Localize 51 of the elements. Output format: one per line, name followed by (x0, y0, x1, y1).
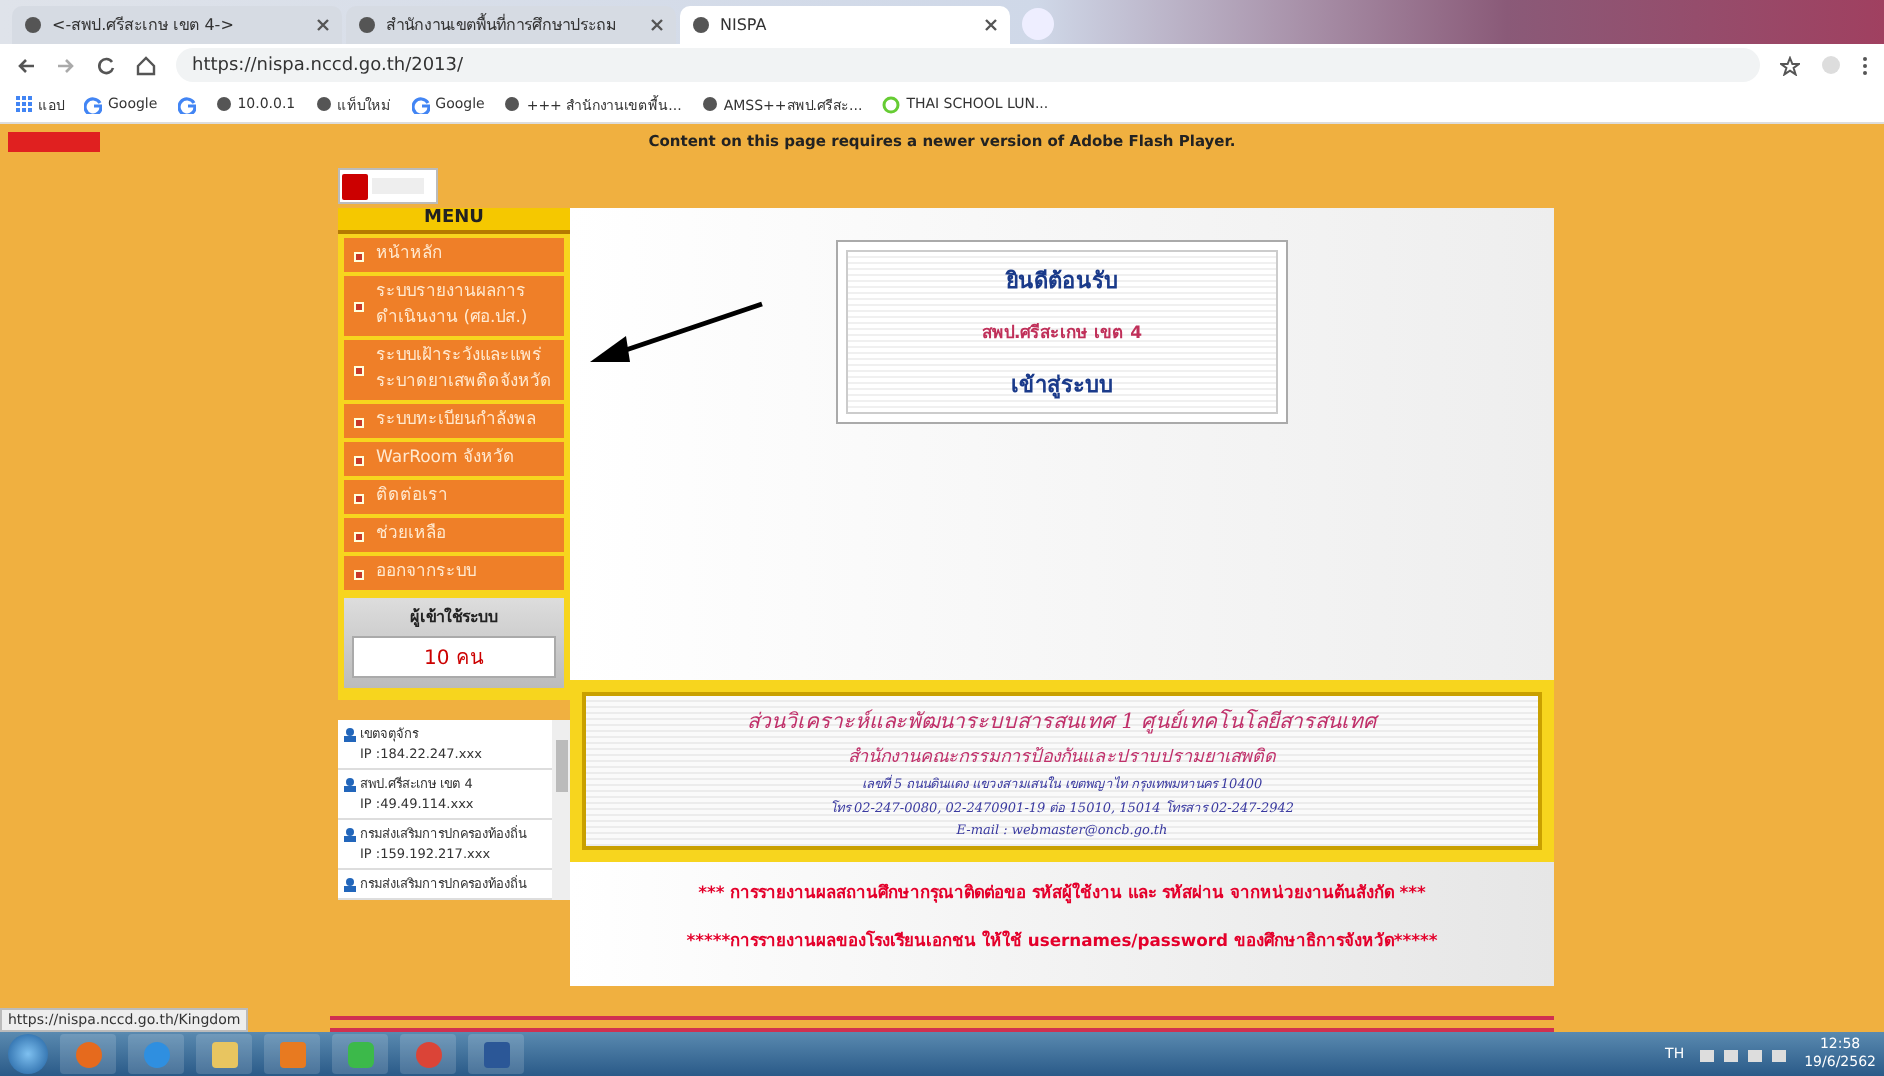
taskbar-app-icon[interactable] (196, 1034, 252, 1074)
browser-tab[interactable]: <-สพป.ศรีสะเกษ เขต 4-> (12, 6, 342, 44)
browser-tab[interactable]: NISPA (680, 6, 1010, 44)
globe-icon (701, 96, 718, 112)
taskbar-app-icon[interactable] (468, 1034, 524, 1074)
star-icon[interactable] (1780, 55, 1800, 75)
welcome-text: สพป.ศรีสะเกษ เขต 4 (981, 321, 1143, 346)
org-info-text: ส่วนวิเคราะห์และพัฒนาระบบสารสนเทศ 1 ศูนย์เทคโนโลยีสารสนเทศ (746, 707, 1378, 738)
org-info-text: สำนักงานคณะกรรมการป้องกันและปราบปรามยาเสพติด (848, 745, 1276, 770)
close-icon[interactable] (984, 18, 998, 32)
notice-text: *** การรายงานผลสถานศึกษากรุณาติดต่อขอ รหัสผู้ใช้งาน และ รหัสผ่าน จากหน่วยงานต้นสังกัด *** (698, 880, 1426, 906)
google-icon (411, 95, 430, 113)
start-button[interactable] (8, 1034, 48, 1074)
taskbar-app-icon[interactable] (264, 1034, 320, 1074)
tray-icons-drawing (1700, 1045, 1789, 1063)
welcome-text: เข้าสู่ระบบ (1011, 370, 1113, 402)
notice-text: *****การรายงานผลของโรงเรียนเอกชน ให้ใช้ usernames/password ของศึกษาธิการจังหวัด***** (686, 928, 1438, 954)
home-icon[interactable] (136, 55, 156, 75)
leaf-icon (882, 95, 901, 113)
close-icon[interactable] (316, 18, 330, 32)
globe-icon (504, 96, 521, 112)
menu-icon[interactable] (1862, 55, 1868, 75)
google-icon (84, 95, 102, 113)
get-flash-player-badge[interactable] (338, 168, 438, 204)
label-block (8, 132, 100, 152)
back-arrow-icon[interactable] (16, 55, 36, 75)
user-icon (344, 877, 356, 891)
user-icon (344, 827, 356, 841)
globe-icon (24, 16, 42, 34)
google-icon (177, 95, 196, 113)
browser-tab[interactable]: สำนักงานเขตพื้นที่การศึกษาประถม (346, 6, 676, 44)
taskbar-app-icon[interactable] (128, 1034, 184, 1074)
taskbar-app-icon[interactable] (332, 1034, 388, 1074)
globe-icon (215, 96, 232, 112)
menu-title: MENU (338, 208, 570, 234)
reload-icon[interactable] (96, 55, 116, 75)
close-icon[interactable] (650, 18, 664, 32)
globe-icon (358, 16, 376, 34)
taskbar-app-icon[interactable] (400, 1034, 456, 1074)
user-icon (344, 777, 356, 791)
forward-arrow-icon[interactable] (56, 55, 76, 75)
globe-icon (692, 16, 710, 34)
online-title: ผู้เข้าใช้ระบบ (410, 605, 498, 630)
welcome-text: ยินดีต้อนรับ (1006, 266, 1118, 298)
apps-grid-icon (16, 96, 32, 112)
address-field[interactable]: https://nispa.nccd.go.th/2013/ (176, 48, 1760, 82)
user-icon (344, 727, 356, 741)
scrollbar[interactable] (552, 720, 570, 900)
online-count: 10 คน (352, 636, 556, 678)
globe-icon (315, 96, 332, 112)
taskbar-app-icon[interactable] (60, 1034, 116, 1074)
